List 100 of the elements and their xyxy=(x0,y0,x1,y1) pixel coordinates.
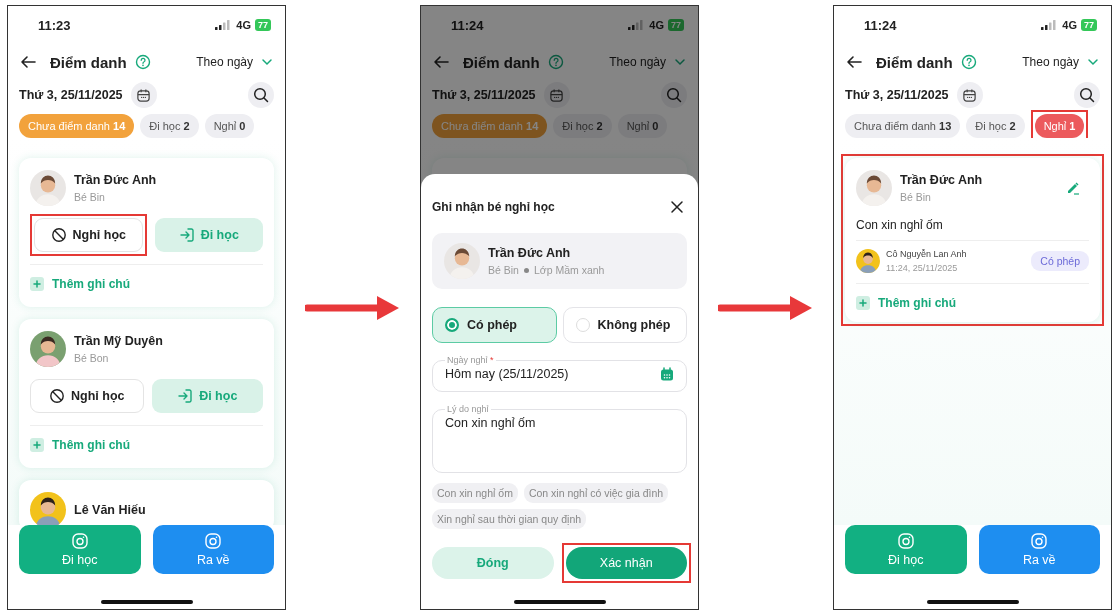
absence-reason: Con xin nghỉ ốm xyxy=(856,218,1089,241)
check-in-button[interactable]: Đi học xyxy=(19,525,141,574)
network-label: 4G xyxy=(649,19,664,31)
back-icon xyxy=(846,54,862,70)
view-mode-dropdown[interactable]: Theo ngày xyxy=(196,55,273,69)
date-label: Thứ 3, 25/11/2025 xyxy=(432,88,536,102)
login-icon xyxy=(178,227,195,243)
clock-time: 11:24 xyxy=(451,17,484,33)
date-input[interactable]: Hôm nay (25/11/2025) xyxy=(445,365,660,383)
field-label: Ngày nghỉ * xyxy=(446,355,495,365)
absent-button[interactable]: Nghỉ học xyxy=(30,379,144,413)
chevron-down-icon xyxy=(674,56,686,68)
camera-icon xyxy=(896,532,915,550)
present-button[interactable]: Đi học xyxy=(154,218,263,252)
student-nickname: Bé Bin xyxy=(74,191,106,203)
suggestion-chip[interactable]: Con xin nghỉ ốm xyxy=(432,483,518,503)
check-out-button[interactable]: Ra về xyxy=(978,525,1100,574)
check-in-button[interactable]: Đi học xyxy=(845,525,967,574)
filter-tab[interactable]: Đi học 2 xyxy=(553,114,612,138)
view-mode-dropdown[interactable]: Theo ngày xyxy=(1022,55,1099,69)
student-name: Trần Mỹ Duyên xyxy=(74,334,163,348)
filter-tab[interactable]: Đi học 2 xyxy=(966,114,1025,138)
filter-tab[interactable]: Nghỉ 0 xyxy=(617,114,668,138)
filter-tab[interactable]: Nghỉ 0 xyxy=(204,114,255,138)
search-button[interactable] xyxy=(1074,82,1100,108)
calendar-button[interactable] xyxy=(543,82,570,108)
battery-level: 77 xyxy=(1081,19,1097,31)
network-label: 4G xyxy=(1062,19,1077,31)
camera-icon xyxy=(70,532,89,550)
plus-icon xyxy=(30,438,44,452)
no-entry-icon xyxy=(49,388,65,404)
network-label: 4G xyxy=(236,19,251,31)
record-time: 11:24, 25/11/2025 xyxy=(886,263,959,273)
back-icon xyxy=(433,54,449,70)
search-button[interactable] xyxy=(248,82,274,108)
search-icon xyxy=(666,87,682,103)
student-name: Lê Văn Hiếu xyxy=(74,503,146,517)
help-icon[interactable] xyxy=(960,54,977,70)
radio-icon xyxy=(575,318,590,332)
right-arrow-icon xyxy=(718,293,814,322)
check-out-button[interactable]: Ra về xyxy=(152,525,274,574)
camera-icon xyxy=(1030,532,1049,550)
search-icon xyxy=(1079,87,1095,103)
student-name: Trần Đức Anh xyxy=(900,173,983,187)
search-icon xyxy=(253,87,269,103)
calendar-button[interactable] xyxy=(130,82,157,108)
student-name: Trần Đức Anh xyxy=(488,246,572,260)
student-nickname: Bé Bin xyxy=(488,264,519,276)
signal-icon xyxy=(215,20,231,30)
filter-tab[interactable]: Chưa điểm danh 13 xyxy=(845,114,961,138)
close-dialog-button[interactable]: Đóng xyxy=(432,547,554,579)
class-name: Lớp Mầm xanh xyxy=(533,264,605,276)
separator-dot xyxy=(523,267,529,273)
close-icon xyxy=(670,200,684,214)
battery-level: 77 xyxy=(255,19,271,31)
edit-icon[interactable] xyxy=(1065,180,1081,196)
reason-field[interactable]: Lý do nghỉ Con xin nghỉ ốm xyxy=(432,404,687,473)
filter-tab[interactable]: Nghỉ 1 xyxy=(1034,114,1085,138)
camera-icon xyxy=(204,532,223,550)
add-note-link[interactable]: Thêm ghi chú xyxy=(856,284,956,322)
filter-tab[interactable]: Đi học 2 xyxy=(140,114,199,138)
radio-option[interactable]: Không phép xyxy=(562,307,687,343)
date-label: Thứ 3, 25/11/2025 xyxy=(845,88,949,102)
radio-icon xyxy=(445,318,459,332)
date-label: Thứ 3, 25/11/2025 xyxy=(19,88,123,102)
calendar-icon xyxy=(962,87,978,103)
student-name: Trần Đức Anh xyxy=(74,173,157,187)
right-arrow-icon xyxy=(305,293,401,322)
plus-icon xyxy=(30,277,44,291)
chevron-down-icon xyxy=(1087,56,1099,68)
page-title: Điểm danh xyxy=(876,53,953,71)
field-label: Lý do nghỉ xyxy=(446,404,490,414)
signal-icon xyxy=(1041,20,1057,30)
plus-icon xyxy=(856,296,870,310)
suggestion-chip[interactable]: Con xin nghỉ có việc gia đình xyxy=(523,483,669,503)
student-nickname: Bé Bin xyxy=(900,191,932,203)
battery-level: 77 xyxy=(668,19,684,31)
add-note-link[interactable]: Thêm ghi chú xyxy=(30,426,130,464)
confirm-button[interactable]: Xác nhận xyxy=(565,547,687,579)
view-mode-dropdown[interactable]: Theo ngày xyxy=(609,55,686,69)
page-title: Điểm danh xyxy=(50,53,127,71)
calendar-icon xyxy=(136,87,152,103)
clock-time: 11:24 xyxy=(864,17,897,33)
student-nickname: Bé Bon xyxy=(74,352,110,364)
date-field[interactable]: Ngày nghỉ * Hôm nay (25/11/2025) xyxy=(432,355,687,392)
present-button[interactable]: Đi học xyxy=(151,379,263,413)
absent-button[interactable]: Nghỉ học xyxy=(34,218,143,252)
chevron-down-icon xyxy=(261,56,273,68)
radio-option[interactable]: Có phép xyxy=(432,307,557,343)
page-title: Điểm danh xyxy=(463,53,540,71)
dialog-title: Ghi nhận bé nghỉ học xyxy=(432,200,555,214)
calendar-icon xyxy=(660,367,674,381)
calendar-button[interactable] xyxy=(956,82,983,108)
back-icon xyxy=(20,54,36,70)
clock-time: 11:23 xyxy=(38,17,71,33)
no-entry-icon xyxy=(50,227,67,243)
permission-tag: Có phép xyxy=(1031,251,1089,271)
add-note-link[interactable]: Thêm ghi chú xyxy=(30,265,130,303)
help-icon[interactable] xyxy=(134,54,151,70)
suggestion-chip[interactable]: Xin nghỉ sau thời gian quy định xyxy=(432,509,587,529)
